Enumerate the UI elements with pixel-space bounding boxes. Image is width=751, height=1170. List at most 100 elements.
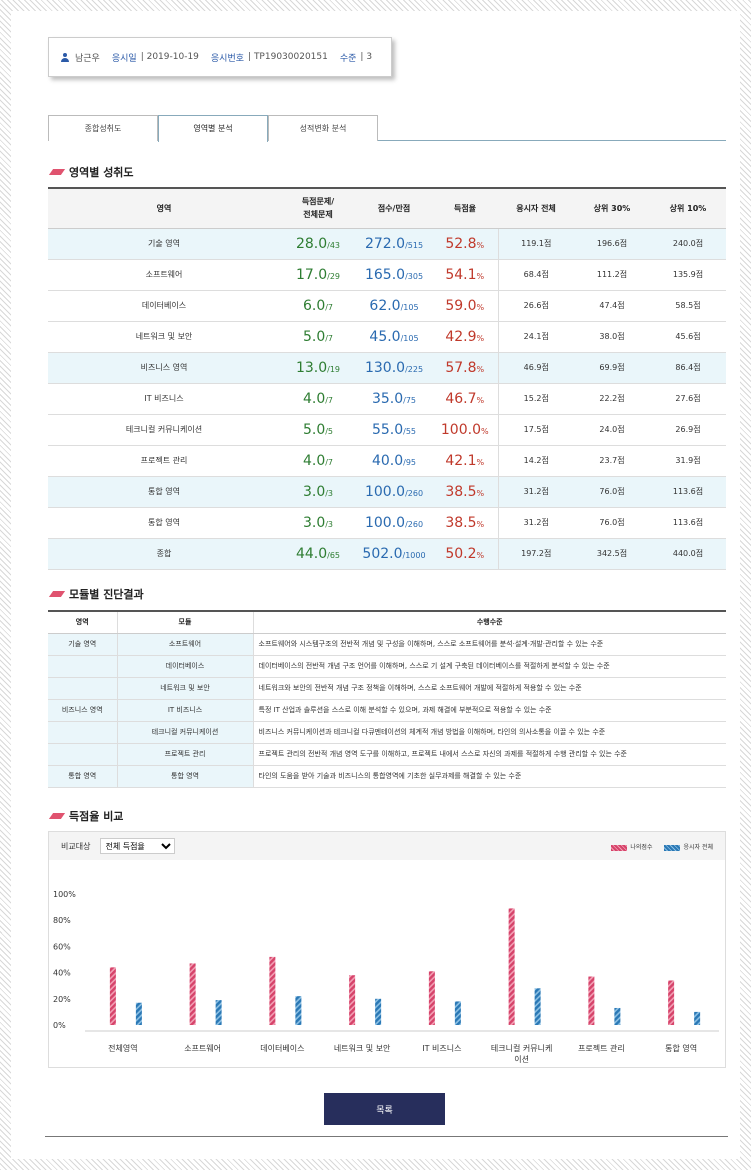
bar-all-examinees (375, 998, 382, 1025)
examinee-info-card: 남근우 응시일 | 2019-10-19 응시번호 | TP1903002015… (48, 37, 392, 77)
solved-cell: 5.0/5 (280, 414, 356, 446)
area-name (48, 721, 118, 744)
top10-cell: 58.5점 (650, 290, 726, 322)
table-row: 통합 영역 통합 영역 타인의 도움을 받아 기술과 비즈니스의 통합영역에 기초한… (48, 765, 726, 788)
area-name: 비즈니스 영역 (48, 699, 118, 722)
top30-cell: 196.6점 (574, 228, 650, 260)
score-cell: 130.0/225 (356, 352, 432, 384)
solved-cell: 17.0/29 (280, 259, 356, 291)
area-name: 프로젝트 관리 (48, 445, 280, 477)
top30-cell: 47.4점 (574, 290, 650, 322)
list-button[interactable]: 목록 (324, 1093, 445, 1125)
divider (45, 1136, 728, 1137)
table-row: 프로젝트 관리 4.0/7 40.0/95 42.1% 14.2점 23.7점 31.9점 (48, 445, 726, 477)
module-name: 통합 영역 (117, 765, 254, 788)
rate-cell: 42.9% (432, 321, 498, 353)
bar-my-score (189, 963, 196, 1025)
area-name: 데이터베이스 (48, 290, 280, 322)
level-desc: 데이터베이스의 전반적 개념 구조 언어를 이해하며, 스스로 기 설계 구축된… (253, 655, 726, 678)
rate-cell: 54.1% (432, 259, 498, 291)
top30-cell: 23.7점 (574, 445, 650, 477)
bar-all-examinees (295, 996, 302, 1025)
x-category-label: 소프트웨어 (184, 1043, 221, 1053)
col-module: 모듈 (117, 610, 254, 634)
exam-date-label: 응시일 (111, 53, 137, 64)
table-row: 데이터베이스 데이터베이스의 전반적 개념 구조 언어를 이해하며, 스스로 기 … (48, 655, 726, 678)
top30-cell: 38.0점 (574, 321, 650, 353)
score-cell: 62.0/105 (356, 290, 432, 322)
top10-cell: 27.6점 (650, 383, 726, 415)
bar-my-score (508, 908, 515, 1025)
rate-cell: 46.7% (432, 383, 498, 415)
rate-cell: 38.5% (432, 507, 498, 539)
bar-my-score (109, 967, 116, 1025)
bar-all-examinees (135, 1002, 142, 1025)
bar-all-examinees (534, 988, 541, 1025)
area-name: IT 비즈니스 (48, 383, 280, 415)
col-area: 영역 (48, 610, 118, 634)
top10-cell: 440.0점 (650, 538, 726, 570)
section-title-area: 영역별 성취도 (48, 164, 134, 180)
table-row: IT 비즈니스 4.0/7 35.0/75 46.7% 15.2점 22.2점 27.6점 (48, 383, 726, 415)
exam-no-label: 응시번호 (210, 53, 245, 64)
report-tabs: 종합성취도 영역별 분석 성적변화 분석 (48, 115, 726, 142)
tab-area-analysis[interactable]: 영역별 분석 (158, 115, 268, 142)
col-area: 영역 (48, 187, 280, 229)
bar-all-examinees (454, 1001, 461, 1025)
score-cell: 35.0/75 (356, 383, 432, 415)
module-name: 테크니컬 커뮤니케이션 (117, 721, 254, 744)
top30-cell: 342.5점 (574, 538, 650, 570)
compare-label: 비교대상 (61, 841, 91, 851)
score-cell: 45.0/105 (356, 321, 432, 353)
bar-my-score (349, 975, 356, 1025)
all-avg-cell: 15.2점 (497, 383, 574, 415)
solved-cell: 4.0/7 (280, 383, 356, 415)
area-name: 통합 영역 (48, 765, 118, 788)
score-cell: 502.0/1000 (356, 538, 432, 570)
all-avg-cell: 31.2점 (497, 476, 574, 508)
legend-mine: 나의점수 (611, 842, 652, 851)
all-avg-cell: 17.5점 (497, 414, 574, 446)
y-tick-label: 20% (53, 995, 71, 1004)
all-avg-cell: 24.1점 (497, 321, 574, 353)
table-row: 네트워크 및 보안 5.0/7 45.0/105 42.9% 24.1점 38.0점 45.… (48, 321, 726, 353)
x-category-label: 통합 영역 (665, 1043, 697, 1053)
all-avg-cell: 197.2점 (497, 538, 574, 570)
all-avg-cell: 46.9점 (497, 352, 574, 384)
y-tick-label: 80% (53, 916, 71, 925)
compare-select[interactable]: 전체 득점율 (100, 838, 176, 854)
top10-cell: 26.9점 (650, 414, 726, 446)
table-row: 네트워크 및 보안 네트워크와 보안의 전반적 개념 구조 정책을 이해하며, 스… (48, 677, 726, 700)
x-category-label: 테크니컬 커뮤니케 (491, 1043, 552, 1053)
y-tick-label: 40% (53, 969, 71, 978)
tab-score-change[interactable]: 성적변화 분석 (268, 115, 378, 141)
rate-cell: 59.0% (432, 290, 498, 322)
y-tick-label: 60% (53, 942, 71, 951)
module-name: IT 비즈니스 (117, 699, 254, 722)
exam-no: | TP19030020151 (248, 52, 328, 62)
bar-all-examinees (694, 1011, 701, 1025)
area-name: 네트워크 및 보안 (48, 321, 280, 353)
tab-overall[interactable]: 종합성취도 (48, 115, 158, 141)
top10-cell: 86.4점 (650, 352, 726, 384)
area-name: 기술 영역 (48, 228, 280, 260)
section-title-compare: 득점율 비교 (48, 808, 123, 824)
table-row: 프로젝트 관리 프로젝트 관리의 전반적 개념 영역 도구를 이해하고, 프로젝트… (48, 743, 726, 766)
top10-cell: 31.9점 (650, 445, 726, 477)
y-tick-label: 100% (53, 890, 76, 899)
level-desc: 타인의 도움을 받아 기술과 비즈니스의 통합영역에 기초한 실무과제를 해결할… (253, 765, 726, 788)
score-cell: 165.0/305 (356, 259, 432, 291)
x-category-label: 전체영역 (108, 1043, 137, 1053)
area-name: 소프트웨어 (48, 259, 280, 291)
area-name: 테크니컬 커뮤니케이션 (48, 414, 280, 446)
x-category-label: 데이터베이스 (260, 1043, 304, 1053)
score-cell: 40.0/95 (356, 445, 432, 477)
table-row: 테크니컬 커뮤니케이션 5.0/5 55.0/55 100.0% 17.5점 24.0점 2… (48, 414, 726, 446)
top10-cell: 45.6점 (650, 321, 726, 353)
solved-cell: 6.0/7 (280, 290, 356, 322)
all-avg-cell: 14.2점 (497, 445, 574, 477)
table-row: 데이터베이스 6.0/7 62.0/105 59.0% 26.6점 47.4점 58.5점 (48, 290, 726, 322)
module-name: 프로젝트 관리 (117, 743, 254, 766)
exam-date: | 2019-10-19 (140, 52, 199, 62)
table-row: 종합 44.0/65 502.0/1000 50.2% 197.2점 342.5점 440.… (48, 538, 726, 570)
